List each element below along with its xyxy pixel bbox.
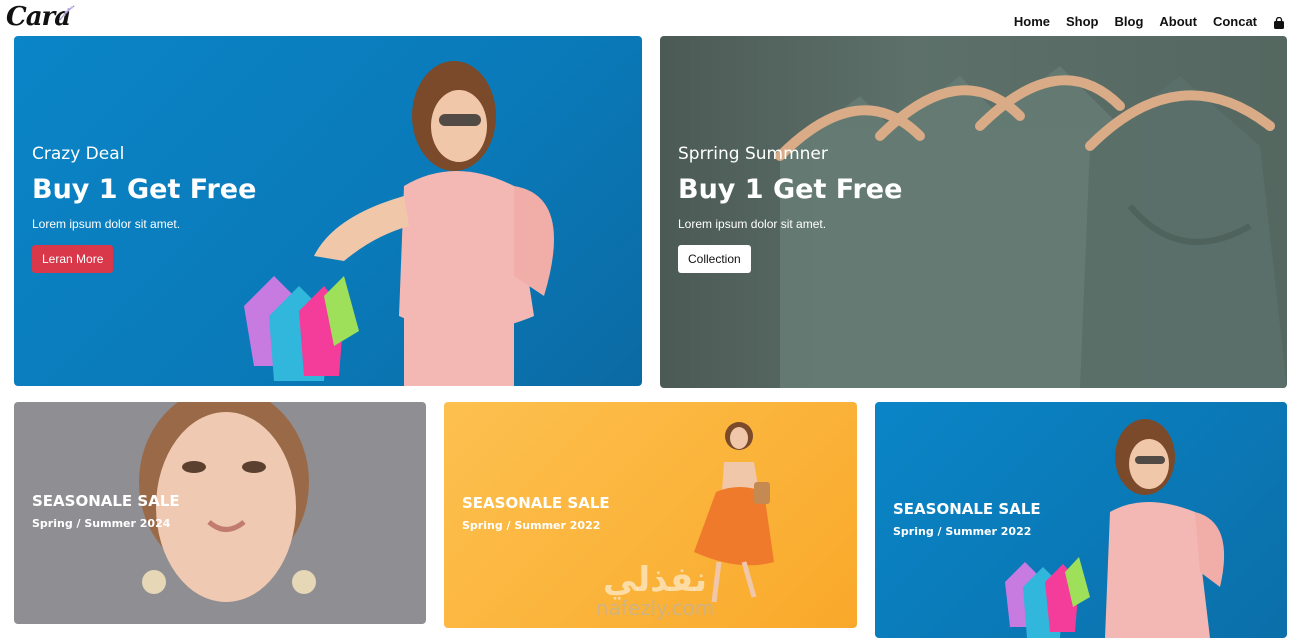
learn-more-button[interactable]: Leran More (32, 245, 114, 273)
hero-left-eyebrow: Crazy Deal (32, 144, 125, 164)
hero-banner-spring-summer: Sprring Summner Buy 1 Get Free Lorem ips… (660, 36, 1287, 388)
nav-about[interactable]: About (1159, 14, 1197, 29)
promo-card-1[interactable]: SEASONALE SALE Spring / Summer 2024 (14, 402, 426, 624)
promo-1-title: SEASONALE SALE (32, 492, 180, 510)
hero-right-desc: Lorem ipsum dolor sit amet. (678, 217, 827, 231)
promo-2-title: SEASONALE SALE (462, 494, 610, 512)
watermark-arabic: نفذلي (602, 560, 708, 600)
lavender-leaf-icon (59, 5, 75, 21)
hero-right-title: Buy 1 Get Free (678, 174, 903, 205)
collection-button[interactable]: Collection (678, 245, 751, 273)
promo-card-3[interactable]: SEASONALE SALE Spring / Summer 2022 (875, 402, 1287, 638)
main-nav: Home Shop Blog About Concat (1014, 14, 1285, 29)
hero-right-eyebrow: Sprring Summner (678, 144, 828, 164)
hero-left-title: Buy 1 Get Free (32, 174, 257, 205)
watermark-latin: nafezly.com (595, 596, 715, 620)
promo-1-sub: Spring / Summer 2024 (32, 517, 171, 530)
nav-blog[interactable]: Blog (1115, 14, 1144, 29)
model-shopping-bags-image (244, 61, 554, 386)
promo-2-sub: Spring / Summer 2022 (462, 519, 601, 532)
watermark: نفذلي nafezly.com (570, 560, 740, 638)
promo-3-title: SEASONALE SALE (893, 500, 1041, 518)
nav-contact[interactable]: Concat (1213, 14, 1257, 29)
shopping-bag-icon[interactable] (1273, 16, 1285, 29)
promo-3-sub: Spring / Summer 2022 (893, 525, 1032, 538)
site-header: Cara Home Shop Blog About Concat (0, 0, 1303, 36)
nav-home[interactable]: Home (1014, 14, 1050, 29)
hero-banner-crazy-deal: Crazy Deal Buy 1 Get Free Lorem ipsum do… (14, 36, 642, 386)
nav-shop[interactable]: Shop (1066, 14, 1099, 29)
hero-left-desc: Lorem ipsum dolor sit amet. (32, 217, 181, 231)
